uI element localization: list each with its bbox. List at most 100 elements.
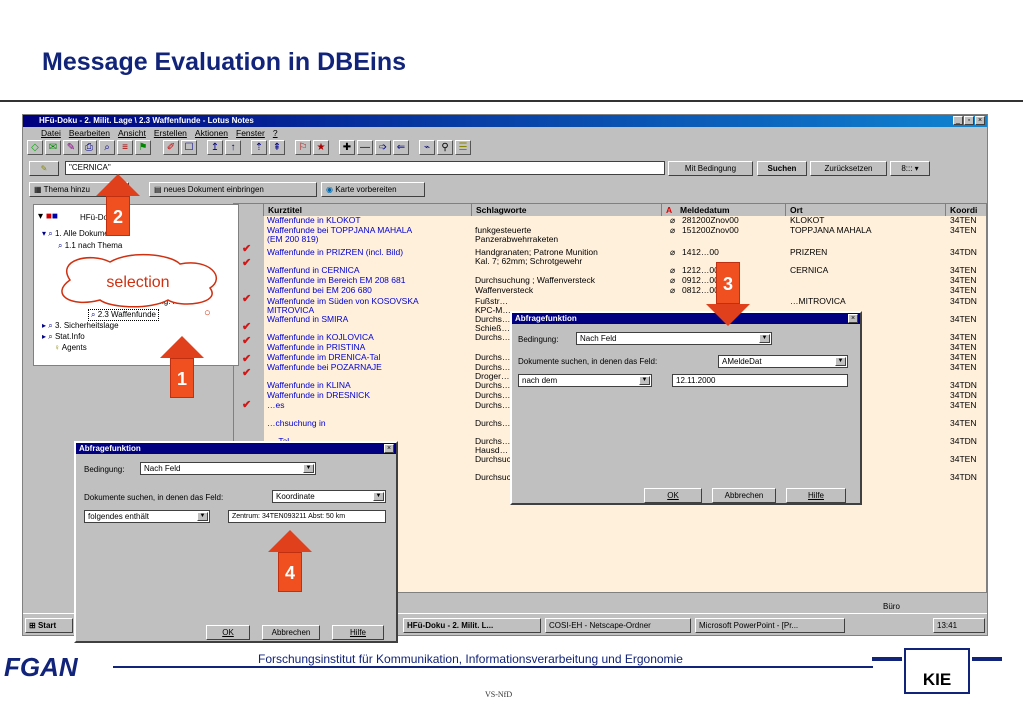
taskbar-item-hfu-doku[interactable]: HFü-Doku - 2. Milit. L... <box>403 618 541 633</box>
selection-callout: selection <box>61 253 217 308</box>
magnifier-icon: ▸ ⌕ <box>42 332 55 341</box>
ok-button[interactable]: OK <box>206 625 250 640</box>
date-input[interactable]: 12.11.2000 <box>672 374 848 387</box>
nav-item-label: 3. Sicherheitslage <box>54 321 119 330</box>
menu-bearbeiten[interactable]: Bearbeiten <box>69 128 110 138</box>
hilfe-button[interactable]: Hilfe <box>786 488 846 503</box>
nav-item-agents[interactable]: ♀ Agents <box>54 343 87 352</box>
kie-logo: KIE <box>904 648 970 694</box>
menu-datei[interactable]: Datei <box>41 128 61 138</box>
close-button[interactable]: × <box>975 116 985 125</box>
menu-fenster[interactable]: Fenster <box>236 128 265 138</box>
print-icon[interactable]: ⎙ <box>81 140 97 155</box>
minimize-button[interactable]: _ <box>953 116 963 125</box>
menu-help[interactable]: ? <box>273 128 278 138</box>
pencil-icon[interactable]: ✐ <box>163 140 179 155</box>
flag-icon[interactable]: ⚐ <box>295 140 311 155</box>
bedingung-select[interactable]: Nach Feld ▼ <box>140 462 316 475</box>
expand-icon[interactable]: ✚ <box>339 140 355 155</box>
fgan-logo: FGAN <box>4 652 78 682</box>
nav-item-statinfo[interactable]: ▸ ⌕ Stat.Info <box>42 332 85 342</box>
refresh-icon[interactable]: ≡ <box>117 140 133 155</box>
attachment-icon: ⌀ <box>670 265 676 275</box>
window-title: HFü-Doku - 2. Milit. Lage \ 2.3 Waffenfu… <box>39 116 254 125</box>
back-icon[interactable]: ⇐ <box>393 140 409 155</box>
attach-icon[interactable]: ☐ <box>181 140 197 155</box>
menu-aktionen[interactable]: Aktionen <box>195 128 228 138</box>
table-cell: 34TEN <box>950 314 977 324</box>
bedingung-value: Nach Feld <box>580 334 617 343</box>
collapse-icon[interactable]: — <box>357 140 373 155</box>
table-cell: …chsuchung in <box>267 418 326 428</box>
kie-logo-bar <box>972 657 1002 661</box>
attachment-icon: ⌀ <box>670 247 676 257</box>
up-icon[interactable]: ↥ <box>207 140 223 155</box>
link-icon[interactable]: ⌁ <box>419 140 435 155</box>
menu-ansicht[interactable]: Ansicht <box>118 128 146 138</box>
binoculars-icon[interactable]: ⚲ <box>437 140 453 155</box>
nav-item-sicherheitslage[interactable]: ▸ ⌕ 3. Sicherheitslage <box>42 321 119 331</box>
zuruecksetzen-button[interactable]: Zurücksetzen <box>810 161 887 176</box>
dialog-close-icon[interactable]: × <box>384 444 394 453</box>
checkmark-icon: ✔ <box>242 353 252 365</box>
table-cell: …MITROVICA <box>790 296 846 306</box>
karte-vorbereiten-button[interactable]: ◉ Karte vorbereiten <box>321 182 425 197</box>
table-cell: Waffenfunde bei POZARNAJE <box>267 362 382 372</box>
chart-icon[interactable]: ⚑ <box>135 140 151 155</box>
table-cell: Waffenfunde in KLINA <box>267 380 351 390</box>
feld-select[interactable]: Koordinate ▼ <box>272 490 386 503</box>
search-icon[interactable]: ⌕ <box>99 140 115 155</box>
table-cell: Waffenfund in CERNICA <box>267 265 360 275</box>
annotation-arrow-1: 1 <box>160 336 204 398</box>
neues-dokument-button[interactable]: ▤ neues Dokument einbringen <box>149 182 317 197</box>
chevron-down-icon: ▼ <box>373 492 384 501</box>
mail-icon[interactable]: ✉ <box>45 140 61 155</box>
abfrage-dialog-coordinate: Abfragefunktion × Bedingung: Nach Feld ▼ … <box>74 441 398 643</box>
abbrechen-button[interactable]: Abbrechen <box>712 488 776 503</box>
buero-label[interactable]: Büro <box>883 602 900 611</box>
magnifier-icon: ▸ ⌕ <box>42 321 55 330</box>
chevron-down-icon: ▼ <box>303 464 314 473</box>
dialog-close-icon[interactable]: × <box>848 314 858 323</box>
globe-icon: ◉ <box>326 185 336 194</box>
ok-button[interactable]: OK <box>644 488 702 503</box>
table-cell: Waffenfunde im Bereich EM 208 681 <box>267 275 406 285</box>
start-button[interactable]: ⊞ Start <box>25 618 73 633</box>
taskbar-item-cosi-eh[interactable]: COSI-EH - Netscape-Ordner <box>545 618 691 633</box>
dialog-title: Abfragefunktion <box>76 443 396 454</box>
next-icon[interactable]: ⇡ <box>251 140 267 155</box>
neues-label: neues Dokument einbringen <box>163 185 264 194</box>
nav-item-waffenfunde[interactable]: ⌕ 2.3 Waffenfunde <box>88 309 159 321</box>
edit-icon[interactable]: ✎ <box>63 140 79 155</box>
table-cell: 34TEN <box>950 342 977 352</box>
feld-select[interactable]: AMeldeDat ▼ <box>718 355 848 368</box>
toolbar: ◇ ✉ ✎ ⎙ ⌕ ≡ ⚑ ✐ ☐ ↥ ↑ ⇡ ⇞ ⚐ ★ ✚ — ➩ ⇐ ⌁ … <box>23 139 987 157</box>
open-icon[interactable]: ◇ <box>27 140 43 155</box>
suchen-button[interactable]: Suchen <box>757 161 807 176</box>
arrow-up-icon[interactable]: ↑ <box>225 140 241 155</box>
hilfe-button[interactable]: Hilfe <box>332 625 384 640</box>
star-icon[interactable]: ★ <box>313 140 329 155</box>
options-dropdown[interactable]: 8::: ▾ <box>890 161 930 176</box>
checkmark-icon: ✔ <box>242 335 252 347</box>
maximize-button[interactable]: ▫ <box>964 116 974 125</box>
mit-bedingung-button[interactable]: Mit Bedingung <box>668 161 753 176</box>
bedingung-select[interactable]: Nach Feld ▼ <box>576 332 772 345</box>
forward-icon[interactable]: ➩ <box>375 140 391 155</box>
search-bar-icon[interactable]: ✎ <box>29 161 59 176</box>
notes-icon[interactable]: ☰ <box>455 140 471 155</box>
table-cell: 34TEN <box>950 275 977 285</box>
operator-select[interactable]: folgendes enthält ▼ <box>84 510 210 523</box>
search-input[interactable]: "CERNICA" <box>65 161 665 175</box>
taskbar-item-powerpoint[interactable]: Microsoft PowerPoint - [Pr... <box>695 618 845 633</box>
arrow-up-icon <box>160 336 204 358</box>
menu-erstellen[interactable]: Erstellen <box>154 128 187 138</box>
checkmark-icon: ✔ <box>242 367 252 379</box>
classification-mark: VS-NfD <box>485 690 513 699</box>
abbrechen-button[interactable]: Abbrechen <box>262 625 320 640</box>
col-schlagworte[interactable]: Schlagworte <box>472 204 662 216</box>
prev-icon[interactable]: ⇞ <box>269 140 285 155</box>
coordinate-input[interactable]: Zentrum: 34TEN093211 Abst: 50 km <box>228 510 386 523</box>
operator-select[interactable]: nach dem ▼ <box>518 374 652 387</box>
attachment-icon: ⌀ <box>670 215 676 225</box>
